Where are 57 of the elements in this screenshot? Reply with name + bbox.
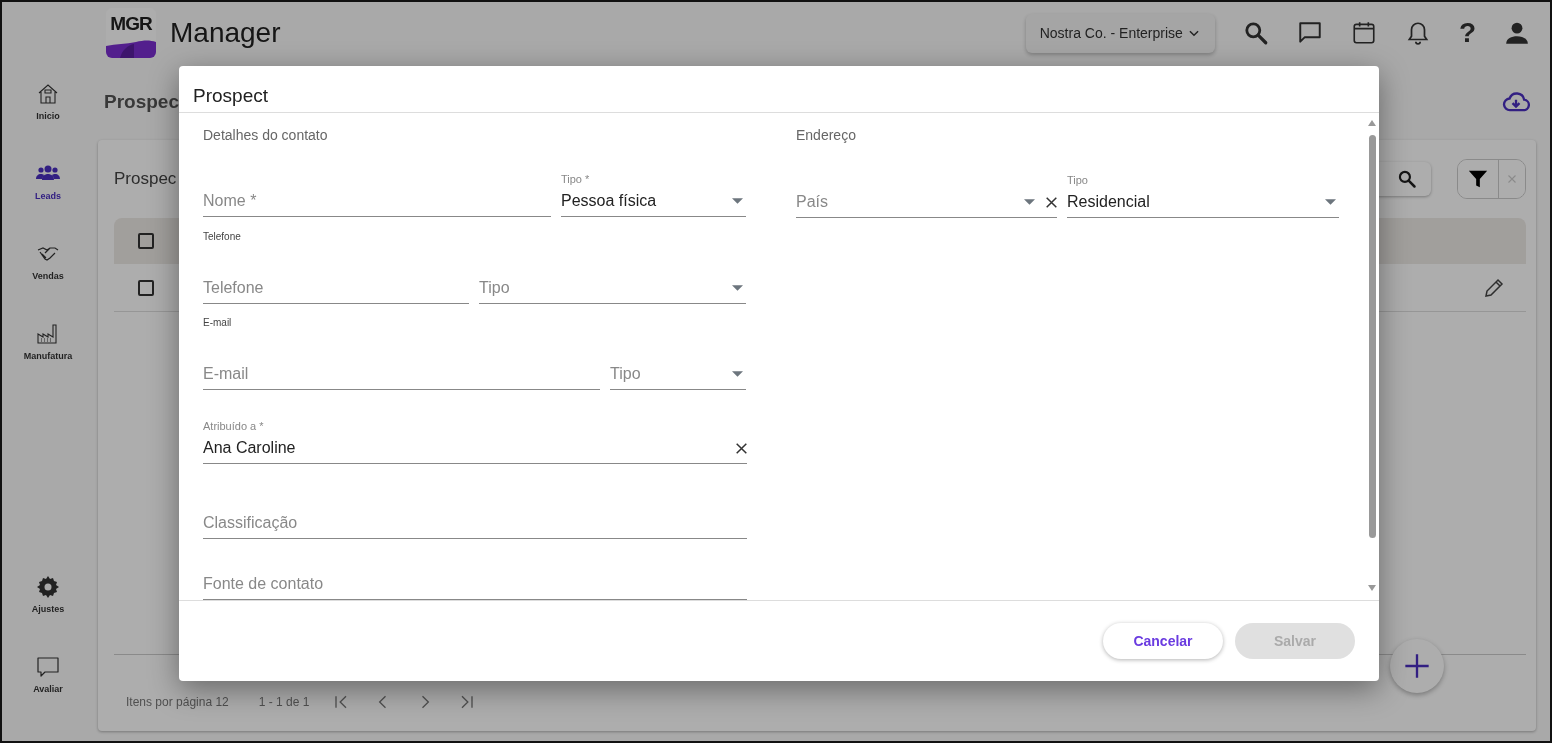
funnel-icon [1467, 168, 1489, 190]
text-input[interactable]: Fonte de contato [203, 572, 747, 596]
autocomplete-input[interactable]: Ana Caroline [203, 436, 728, 461]
house-icon [36, 82, 60, 106]
add-button[interactable] [1390, 639, 1444, 693]
select-all-checkbox[interactable] [138, 233, 154, 249]
row-checkbox[interactable] [138, 279, 154, 296]
help-icon[interactable]: ? [1458, 19, 1476, 47]
dropdown-caret-icon[interactable] [1325, 199, 1336, 205]
text-input[interactable]: Telefone [203, 275, 469, 300]
select-input[interactable]: Tipo [479, 275, 729, 300]
settings-icon [36, 575, 60, 599]
sidebar-item[interactable]: Vendas [32, 242, 64, 322]
dropdown-caret-icon[interactable] [1024, 199, 1035, 205]
select-input[interactable]: País [796, 190, 1021, 214]
field-label: Tipo * [561, 172, 591, 187]
dropdown-caret-icon[interactable] [732, 370, 743, 377]
dropdown-caret-icon[interactable] [732, 198, 743, 205]
calendar-icon[interactable] [1350, 20, 1377, 46]
user-icon[interactable] [1504, 20, 1530, 46]
search-icon[interactable] [1242, 20, 1269, 46]
page-range: 1 - 1 de 1 [258, 694, 310, 711]
field-label: Tipo [1067, 173, 1089, 187]
logo-wave-icon [106, 40, 156, 58]
group-label: E-mail [203, 315, 233, 330]
chat-icon[interactable] [1296, 20, 1323, 46]
sidebar-item[interactable]: Inicio [36, 82, 60, 162]
sidebar-item[interactable]: Manufatura [23, 322, 73, 402]
section-heading: Endereço [796, 126, 857, 144]
section-heading: Detalhes do contato [203, 126, 329, 144]
plus-icon [1403, 652, 1431, 680]
close-icon [1506, 173, 1518, 185]
sidebar-item[interactable]: Avaliar [33, 655, 63, 735]
dropdown-caret-icon[interactable] [732, 284, 743, 291]
items-per-page-label: Itens por página 12 [126, 694, 229, 711]
clear-icon[interactable] [736, 442, 747, 454]
sidebar-item[interactable]: Ajustes [31, 575, 65, 655]
page-title: Prospec [104, 89, 179, 114]
text-input[interactable]: Classificação [203, 510, 747, 535]
app-title: Manager [170, 16, 281, 50]
field-label: Atribuído a * [203, 419, 265, 434]
company-dropdown[interactable]: Nostra Co. - Enterprise [1025, 13, 1215, 53]
logo-text: MGR [110, 14, 152, 33]
card-title: Prospec [114, 168, 177, 191]
sidebar-item[interactable]: Leads [35, 162, 61, 242]
search-icon [1397, 169, 1417, 189]
cancel-button[interactable]: Cancelar [1103, 623, 1223, 659]
speech-bubble-icon [36, 655, 60, 679]
select-input[interactable]: Pessoa física [561, 189, 729, 214]
text-input[interactable]: Nome * [203, 189, 551, 214]
dialog-title: Prospect [193, 85, 268, 106]
select-input[interactable]: Tipo [610, 361, 729, 386]
text-input[interactable]: E-mail [203, 361, 600, 386]
factory-icon [36, 322, 60, 346]
clear-icon[interactable] [1046, 196, 1057, 208]
select-input[interactable]: Residencial [1067, 190, 1322, 214]
group-label: Telefone [203, 229, 242, 244]
